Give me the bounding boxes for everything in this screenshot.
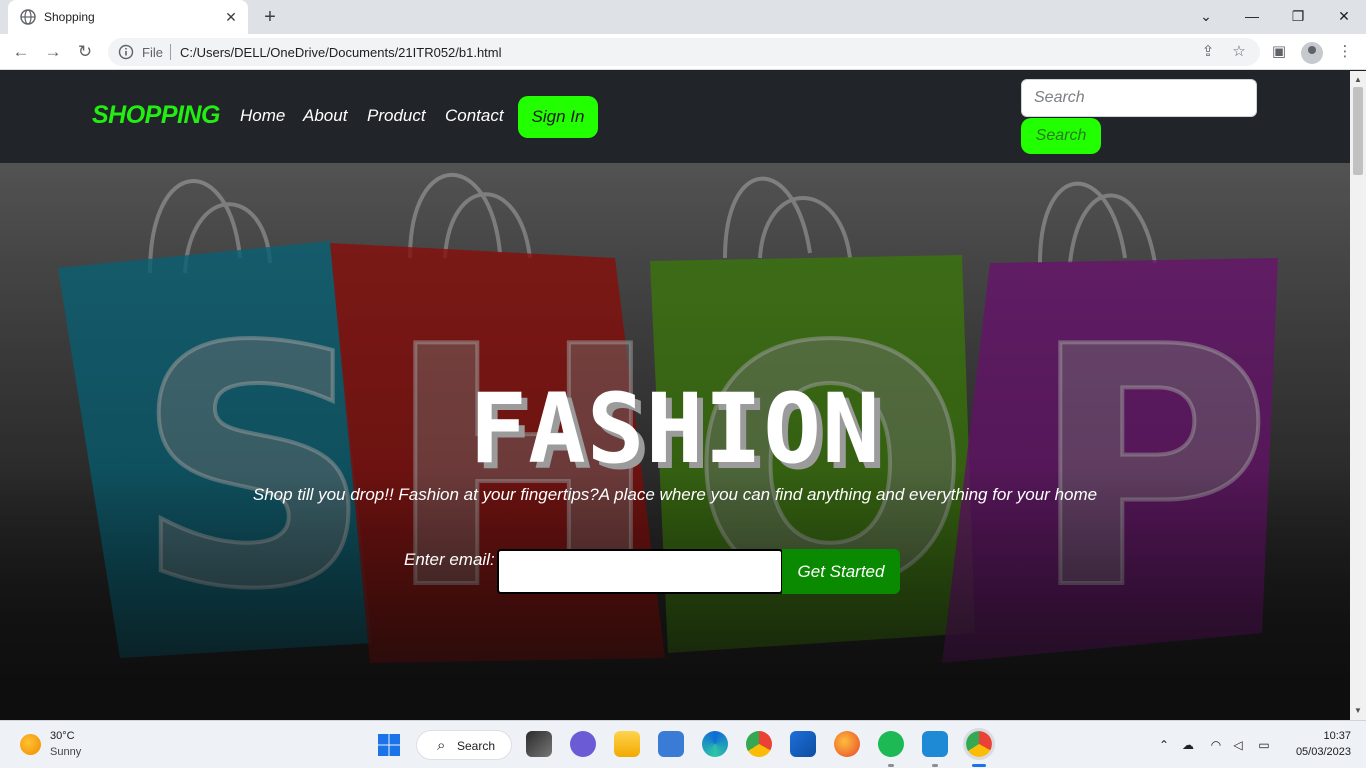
wifi-icon[interactable]: ◠ (1207, 736, 1225, 754)
address-scheme: File (142, 45, 163, 60)
window-close-button[interactable]: ✕ (1330, 4, 1358, 28)
share-icon[interactable]: ⇪ (1198, 42, 1218, 62)
hero-section: S H O P FASHION Shop till you drop!! Fas… (0, 163, 1350, 720)
get-started-button[interactable]: Get Started (782, 549, 900, 594)
windows-taskbar: 30°C Sunny ⌕ Search ⌃ ☁ ◠ ◁ ▭ 10:37 05/0… (0, 720, 1366, 768)
file-explorer-icon[interactable] (614, 731, 640, 757)
spotify-running-indicator (888, 764, 894, 767)
page-scrollbar[interactable]: ▲ ▼ (1350, 71, 1366, 720)
sun-weather-icon[interactable] (20, 734, 41, 755)
windows-start-icon[interactable] (377, 733, 401, 757)
hero-headline: FASHION (469, 373, 881, 485)
forward-arrow-icon[interactable]: → (40, 39, 66, 65)
scroll-down-arrow-icon[interactable]: ▼ (1350, 704, 1366, 718)
nav-link-product[interactable]: Product (367, 106, 426, 126)
vscode-running-indicator (932, 764, 938, 767)
volume-icon[interactable]: ◁ (1229, 736, 1247, 754)
microsoft-store-icon[interactable] (790, 731, 816, 757)
address-url[interactable]: C:/Users/DELL/OneDrive/Documents/21ITR05… (180, 45, 502, 60)
show-hidden-icons-chevron-icon[interactable]: ⌃ (1155, 736, 1173, 754)
email-label: Enter email: (404, 550, 495, 569)
spotify-icon[interactable] (878, 731, 904, 757)
search-icon: ⌕ (437, 737, 446, 754)
browser-tab-strip: Shopping ✕ + ⌄ — ❐ ✕ (0, 0, 1366, 34)
clock-date[interactable]: 05/03/2023 (1296, 746, 1351, 758)
notepad-icon[interactable] (658, 731, 684, 757)
bookmark-star-icon[interactable]: ☆ (1229, 42, 1249, 62)
address-divider (170, 44, 171, 60)
side-panel-icon[interactable]: ▣ (1267, 40, 1291, 64)
task-view-icon[interactable] (526, 731, 552, 757)
site-navbar: SHOPPING Home About Product Contact Sign… (0, 71, 1350, 163)
nav-link-contact[interactable]: Contact (445, 106, 504, 126)
email-input[interactable] (497, 549, 783, 594)
chrome-active-icon[interactable] (963, 728, 995, 760)
tab-title: Shopping (44, 10, 95, 24)
restore-button[interactable]: ❐ (1284, 4, 1312, 28)
reload-icon[interactable]: ↻ (72, 39, 98, 65)
taskbar-search-label: Search (457, 739, 496, 753)
more-menu-icon[interactable]: ⋮ (1333, 40, 1357, 64)
globe-icon (20, 9, 36, 25)
profile-avatar-icon[interactable] (1301, 42, 1323, 64)
scroll-thumb[interactable] (1353, 87, 1363, 175)
close-tab-icon[interactable]: ✕ (222, 8, 240, 26)
tab-search-icon[interactable]: ⌄ (1192, 4, 1220, 28)
firefox-icon[interactable] (834, 731, 860, 757)
vscode-icon[interactable] (922, 731, 948, 757)
scroll-up-arrow-icon[interactable]: ▲ (1350, 73, 1366, 87)
nav-link-home[interactable]: Home (240, 106, 285, 126)
chrome-active-indicator (972, 764, 986, 767)
browser-toolbar: ← → ↻ File C:/Users/DELL/OneDrive/Docume… (0, 34, 1366, 70)
chrome-icon[interactable] (746, 731, 772, 757)
hero-tagline: Shop till you drop!! Fashion at your fin… (252, 485, 1098, 504)
site-search-button[interactable]: Search (1021, 118, 1101, 154)
page-viewport: SHOPPING Home About Product Contact Sign… (0, 71, 1350, 720)
address-bar[interactable]: File C:/Users/DELL/OneDrive/Documents/21… (108, 38, 1260, 66)
browser-tab[interactable]: Shopping ✕ (8, 0, 248, 34)
teams-chat-icon[interactable] (570, 731, 596, 757)
new-tab-button[interactable]: + (258, 5, 282, 29)
minimize-button[interactable]: — (1238, 4, 1266, 28)
info-icon[interactable] (118, 44, 134, 60)
site-search-input[interactable] (1021, 79, 1257, 117)
sign-in-button[interactable]: Sign In (518, 96, 598, 138)
edge-browser-icon[interactable] (702, 731, 728, 757)
weather-temperature[interactable]: 30°C (50, 730, 75, 742)
taskbar-search-box[interactable]: ⌕ Search (416, 730, 512, 760)
onedrive-cloud-icon[interactable]: ☁ (1179, 736, 1197, 754)
weather-description[interactable]: Sunny (50, 746, 81, 758)
nav-link-about[interactable]: About (303, 106, 347, 126)
brand-logo[interactable]: SHOPPING (92, 101, 220, 130)
back-arrow-icon[interactable]: ← (8, 39, 34, 65)
battery-icon[interactable]: ▭ (1255, 736, 1273, 754)
clock-time[interactable]: 10:37 (1323, 730, 1351, 742)
